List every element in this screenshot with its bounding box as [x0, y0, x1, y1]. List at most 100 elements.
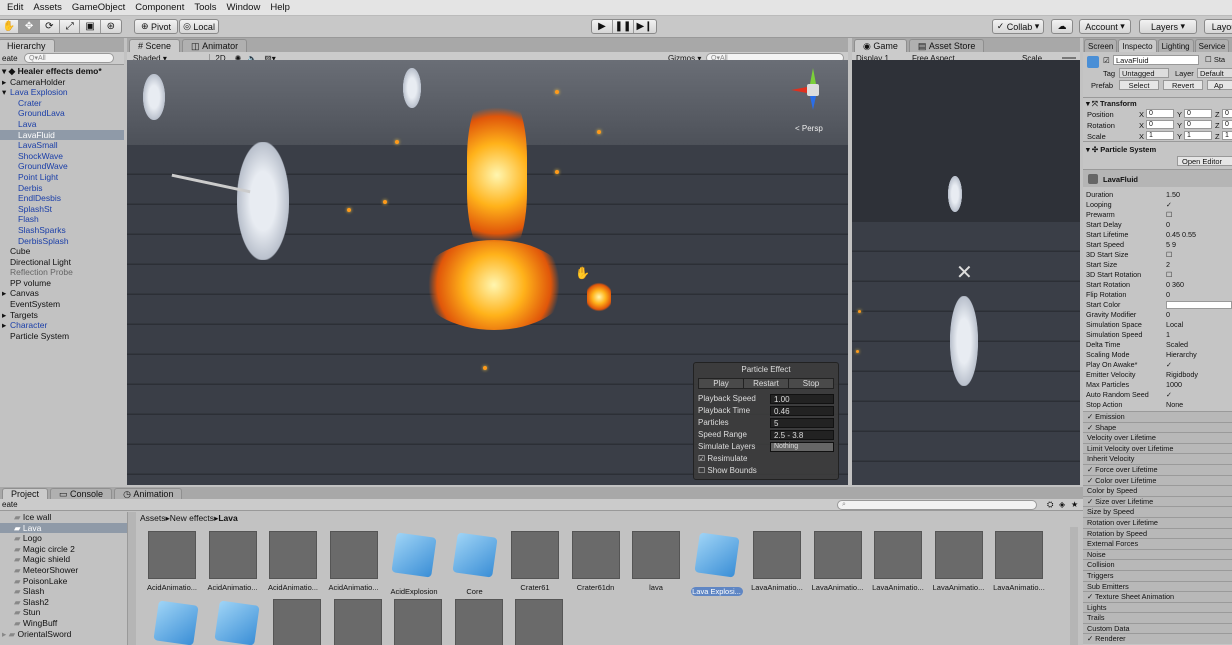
ps-module-header[interactable]: External Forces: [1083, 538, 1232, 549]
folder-item[interactable]: ▰ Logo: [0, 533, 127, 544]
expand-arrow-icon[interactable]: ▸: [2, 310, 10, 321]
asset-item[interactable]: [271, 599, 323, 645]
expand-arrow-icon[interactable]: ▸: [2, 77, 10, 88]
tab-console[interactable]: ▭ Console: [50, 488, 113, 499]
asset-item[interactable]: [453, 599, 505, 645]
position-z-field[interactable]: 0: [1222, 109, 1232, 118]
folder-item[interactable]: ▰ MeteorShower: [0, 565, 127, 576]
ps-module-header[interactable]: Noise: [1083, 548, 1232, 560]
ps-property-value[interactable]: ✓: [1166, 360, 1232, 370]
ps-module-header[interactable]: ✓ Shape: [1083, 421, 1232, 433]
folder-item[interactable]: ▰ Ice wall: [0, 512, 127, 523]
asset-item[interactable]: [332, 599, 384, 645]
asset-item[interactable]: LavaAnimatio...: [872, 531, 924, 592]
hand-tool-icon[interactable]: ✋: [0, 20, 20, 33]
folder-item[interactable]: ▸ ▰ OrientalSword: [0, 629, 127, 640]
menu-window[interactable]: Window: [222, 2, 266, 13]
rotation-y-field[interactable]: 0: [1184, 120, 1212, 129]
ps-module-header[interactable]: Limit Velocity over Lifetime: [1083, 442, 1232, 454]
game-viewport[interactable]: ✕: [852, 60, 1080, 485]
ps-module-header[interactable]: Sub Emitters: [1083, 580, 1232, 592]
favorite-icon[interactable]: ★: [1071, 500, 1083, 509]
project-create-dropdown[interactable]: eate: [0, 500, 24, 509]
hierarchy-item[interactable]: Crater: [0, 98, 124, 109]
ps-property-value[interactable]: Rigidbody: [1166, 370, 1232, 380]
ps-module-header[interactable]: ✓ Renderer: [1083, 633, 1232, 645]
menu-assets[interactable]: Assets: [28, 2, 67, 13]
asset-item[interactable]: LavaAnimatio...: [933, 531, 985, 592]
show-bounds-toggle[interactable]: ☐ Show Bounds: [698, 465, 834, 476]
menu-edit[interactable]: Edit: [2, 2, 28, 13]
menu-tools[interactable]: Tools: [189, 2, 221, 13]
position-y-field[interactable]: 0: [1184, 109, 1212, 118]
account-dropdown[interactable]: Account ▾: [1079, 19, 1131, 34]
layout-dropdown[interactable]: Layou: [1204, 19, 1232, 34]
persp-label[interactable]: < Persp: [795, 124, 823, 133]
static-toggle[interactable]: ☐ Sta: [1205, 55, 1225, 64]
ps-property-value[interactable]: 0: [1166, 220, 1232, 230]
transform-tool-icon[interactable]: ⊛: [101, 20, 121, 33]
pe-restart-button[interactable]: Restart: [743, 379, 788, 388]
active-checkbox[interactable]: ☑: [1103, 56, 1110, 65]
expand-arrow-icon[interactable]: ▸: [2, 320, 10, 331]
scale-z-field[interactable]: 1: [1222, 131, 1232, 140]
scale-tool-icon[interactable]: ⤢: [60, 20, 81, 33]
ps-module-header[interactable]: Lights: [1083, 601, 1232, 613]
ps-property-value[interactable]: 0 360: [1166, 280, 1232, 290]
asset-item[interactable]: [150, 599, 202, 645]
tab-game[interactable]: ◉ Game: [854, 39, 907, 52]
layer-dropdown[interactable]: Default: [1197, 68, 1232, 78]
ps-property-value[interactable]: 0: [1166, 310, 1232, 320]
pe-row-value[interactable]: 0.46: [770, 405, 834, 416]
hierarchy-item[interactable]: PP volume: [0, 278, 124, 289]
folder-item[interactable]: ▰ Lava: [0, 522, 127, 534]
asset-item[interactable]: [392, 599, 444, 645]
hierarchy-item[interactable]: Cube: [0, 246, 124, 257]
create-dropdown[interactable]: eate: [0, 54, 24, 63]
menu-help[interactable]: Help: [265, 2, 295, 13]
ps-module-header[interactable]: Triggers: [1083, 569, 1232, 581]
breadcrumb-item[interactable]: Lava: [218, 513, 237, 523]
asset-item[interactable]: lava: [630, 531, 682, 592]
prefab-select-button[interactable]: Select: [1119, 80, 1159, 90]
resimulate-toggle[interactable]: ☑ Resimulate: [698, 453, 834, 464]
local-button[interactable]: ◎ Local: [179, 19, 219, 34]
cloud-button[interactable]: ☁: [1051, 19, 1073, 34]
folder-item[interactable]: ▰ PoisonLake: [0, 576, 127, 587]
asset-item[interactable]: AcidExplosion: [388, 531, 440, 596]
asset-item[interactable]: Crater61dn: [570, 531, 622, 592]
folder-item[interactable]: ▰ Stun: [0, 607, 127, 618]
pe-row-value[interactable]: 1.00: [770, 393, 834, 404]
ps-property-value[interactable]: 5 9: [1166, 240, 1232, 250]
tag-dropdown[interactable]: Untagged: [1119, 68, 1169, 78]
hierarchy-item[interactable]: DerbisSplash: [0, 236, 124, 247]
scene-root[interactable]: ▾ ◆ Healer effects demo*: [0, 66, 124, 77]
asset-item[interactable]: AcidAnimatio...: [146, 531, 198, 592]
folder-item[interactable]: ▰ Magic shield: [0, 554, 127, 565]
ps-module-header[interactable]: ✓ Force over Lifetime: [1083, 463, 1232, 475]
play-icon[interactable]: ▶: [592, 20, 613, 33]
rect-tool-icon[interactable]: ▣: [80, 20, 101, 33]
asset-item[interactable]: LavaAnimatio...: [751, 531, 803, 592]
ps-module-header[interactable]: Rotation over Lifetime: [1083, 516, 1232, 528]
ps-module-header[interactable]: Rotation by Speed: [1083, 527, 1232, 539]
hierarchy-item[interactable]: LavaFluid: [0, 129, 124, 141]
ps-property-value[interactable]: ✓: [1166, 200, 1232, 210]
hierarchy-item[interactable]: ▸ CameraHolder: [0, 77, 124, 88]
scene-viewport[interactable]: ✋ < Persp Particle Effect Play Restart S…: [127, 60, 848, 485]
hierarchy-item[interactable]: Reflection Probe: [0, 267, 124, 278]
hierarchy-item[interactable]: Flash: [0, 214, 124, 225]
hierarchy-item[interactable]: LavaSmall: [0, 140, 124, 151]
menu-gameobject[interactable]: GameObject: [67, 2, 130, 13]
pause-icon[interactable]: ❚❚: [613, 20, 634, 33]
tab-scene[interactable]: # Scene: [129, 39, 181, 52]
asset-item[interactable]: AcidAnimatio...: [328, 531, 380, 592]
breadcrumb-item[interactable]: Assets: [140, 513, 166, 523]
collab-button[interactable]: ✓ Collab ▾: [992, 19, 1044, 34]
ps-property-value[interactable]: ☐: [1166, 210, 1232, 220]
filter-type-icon[interactable]: ⛭: [1047, 500, 1059, 510]
breadcrumb-item[interactable]: New effects: [170, 513, 214, 523]
ps-module-header[interactable]: Collision: [1083, 559, 1232, 570]
step-icon[interactable]: ▶❙: [634, 20, 655, 33]
folder-item[interactable]: ▰ Magic circle 2: [0, 544, 127, 555]
